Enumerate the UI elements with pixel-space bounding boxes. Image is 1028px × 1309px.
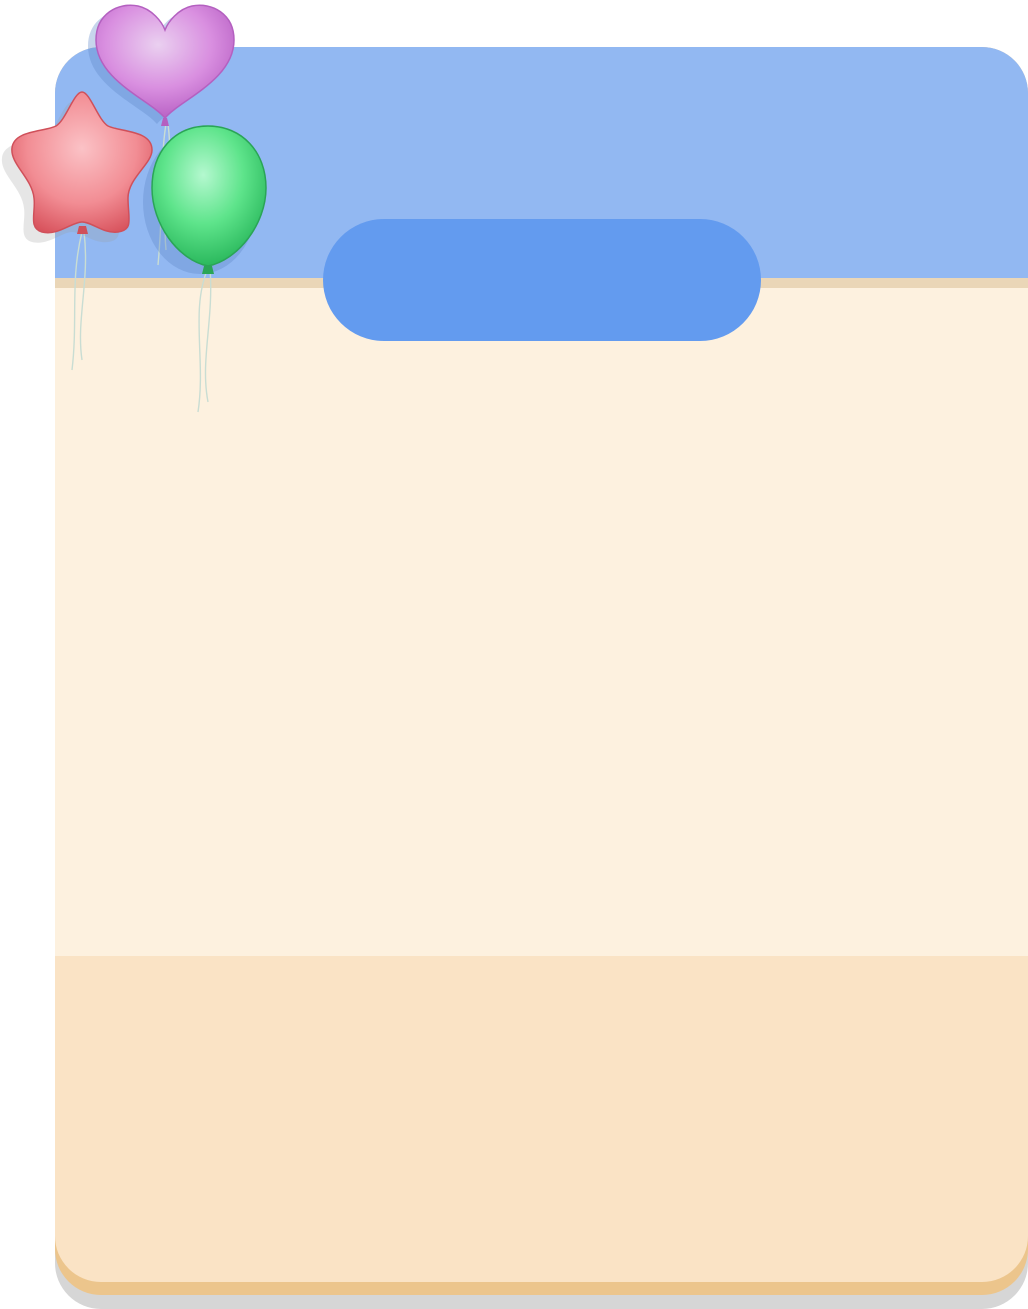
star-balloon-icon bbox=[1, 91, 153, 243]
title-banner bbox=[323, 219, 761, 341]
round-balloon-icon bbox=[143, 125, 267, 274]
panel-footer-area bbox=[55, 956, 1028, 1282]
game-popup-screen bbox=[0, 0, 1028, 1309]
balloons-decoration bbox=[1, 4, 267, 413]
heart-balloon-icon bbox=[88, 4, 235, 126]
